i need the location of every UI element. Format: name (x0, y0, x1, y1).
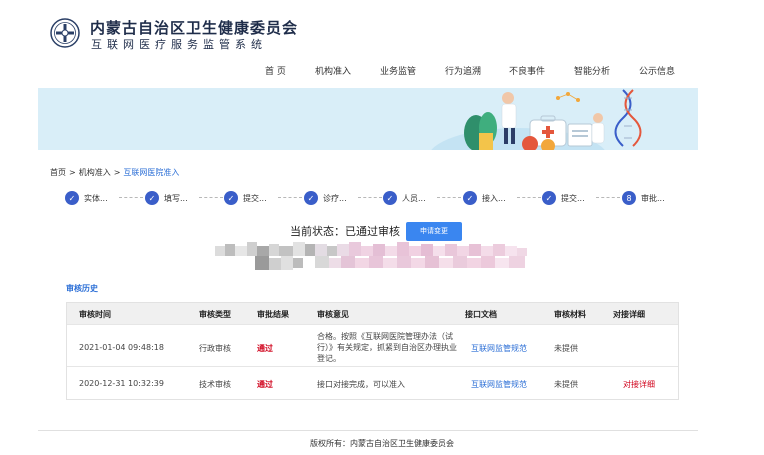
redacted-info (215, 242, 527, 270)
step-label: 实体... (84, 193, 108, 203)
nav-adverse-events[interactable]: 不良事件 (509, 64, 545, 77)
interface-doc-link[interactable]: 互联网监管规范 (471, 379, 527, 390)
interface-doc-link[interactable]: 互联网监管规范 (471, 343, 527, 354)
audit-history-title: 审核历史 (66, 284, 98, 293)
step-1[interactable]: ✓ 实体... (65, 190, 108, 206)
check-icon: ✓ (304, 191, 318, 205)
step-label: 填写... (164, 193, 188, 203)
step-connector (437, 197, 461, 198)
check-icon: ✓ (463, 191, 477, 205)
current-status: 当前状态： 已通过审核 申请变更 (290, 221, 462, 241)
breadcrumb-separator: > (69, 168, 76, 177)
column-header: 审核材料 (554, 310, 586, 319)
status-value: 已通过审核 (345, 225, 400, 238)
step-connector (119, 197, 143, 198)
system-name: 互联网医疗服务监管系统 (91, 38, 267, 51)
step-4[interactable]: ✓ 诊疗... (304, 190, 347, 206)
org-name: 内蒙古自治区卫生健康委员会 (90, 19, 299, 37)
apply-change-button[interactable]: 申请变更 (406, 221, 462, 241)
footer-copyright: 版权所有：内蒙古自治区卫生健康委员会 (310, 439, 454, 448)
step-connector (199, 197, 223, 198)
step-8[interactable]: 8 审批... (622, 190, 665, 206)
nav-institution-access[interactable]: 机构准入 (315, 64, 351, 77)
check-icon: ✓ (145, 191, 159, 205)
main-nav: 首 页 机构准入 业务监管 行为追溯 不良事件 智能分析 公示信息 (0, 64, 764, 80)
check-icon: ✓ (383, 191, 397, 205)
nav-smart-analysis[interactable]: 智能分析 (574, 64, 610, 77)
emblem-logo-icon (50, 18, 80, 48)
table-header: 审核时间 审核类型 审批结果 审核意见 接口文档 审核材料 对接详细 (67, 303, 678, 324)
audit-result: 通过 (257, 344, 273, 353)
audit-history-table: 审核时间 审核类型 审批结果 审核意见 接口文档 审核材料 对接详细 2021-… (66, 302, 679, 400)
check-icon: ✓ (65, 191, 79, 205)
nav-behavior-trace[interactable]: 行为追溯 (445, 64, 481, 77)
nav-public-info[interactable]: 公示信息 (639, 64, 675, 77)
breadcrumb: 首页 > 机构准入 > 互联网医院准入 (50, 167, 179, 178)
medical-illustration-icon (38, 88, 698, 150)
check-icon: ✓ (542, 191, 556, 205)
audit-time: 2020-12-31 10:32:39 (79, 379, 164, 388)
audit-type: 技术审核 (199, 380, 231, 389)
step-3[interactable]: ✓ 提交... (224, 190, 267, 206)
step-label: 审批... (641, 193, 665, 203)
audit-result: 通过 (257, 380, 273, 389)
step-number-icon: 8 (622, 191, 636, 205)
step-label: 人员... (402, 193, 426, 203)
column-header: 审核类型 (199, 310, 231, 319)
breadcrumb-current: 互联网医院准入 (123, 168, 180, 177)
breadcrumb-institution-access[interactable]: 机构准入 (79, 168, 111, 177)
step-connector (278, 197, 302, 198)
audit-time: 2021-01-04 09:48:18 (79, 343, 164, 352)
audit-type: 行政审核 (199, 344, 231, 353)
footer-divider (38, 430, 698, 431)
table-row: 2020-12-31 10:32:39 技术审核 通过 接口对接完成，可以准入 … (67, 366, 678, 399)
progress-steps: ✓ 实体... ✓ 填写... ✓ 提交... ✓ 诊疗... ✓ 人员... … (65, 190, 705, 208)
nav-home[interactable]: 首 页 (265, 64, 286, 77)
audit-material: 未提供 (554, 344, 578, 353)
table-row: 2021-01-04 09:48:18 行政审核 通过 合格。按照《互联网医院管… (67, 324, 678, 366)
nav-business-supervision[interactable]: 业务监管 (380, 64, 416, 77)
step-label: 提交... (243, 193, 267, 203)
step-connector (517, 197, 541, 198)
step-7[interactable]: ✓ 提交... (542, 190, 585, 206)
step-label: 接入... (482, 193, 506, 203)
status-label: 当前状态： (290, 225, 345, 238)
check-icon: ✓ (224, 191, 238, 205)
step-label: 诊疗... (323, 193, 347, 203)
breadcrumb-home[interactable]: 首页 (50, 168, 66, 177)
column-header: 接口文档 (465, 310, 497, 319)
step-6[interactable]: ✓ 接入... (463, 190, 506, 206)
step-connector (358, 197, 382, 198)
audit-opinion: 合格。按照《互联网医院管理办法（试行）》有关规定，抓紧到自治区办理执业登记。 (317, 332, 457, 363)
column-header: 审核意见 (317, 310, 349, 319)
integration-detail-link[interactable]: 对接详细 (623, 379, 655, 390)
step-5[interactable]: ✓ 人员... (383, 190, 426, 206)
banner-image (38, 88, 698, 150)
breadcrumb-separator: > (113, 168, 121, 177)
site-header: 内蒙古自治区卫生健康委员会 互联网医疗服务监管系统 首 页 机构准入 业务监管 … (0, 0, 764, 88)
audit-opinion: 接口对接完成，可以准入 (317, 380, 405, 389)
audit-material: 未提供 (554, 380, 578, 389)
step-2[interactable]: ✓ 填写... (145, 190, 188, 206)
column-header: 审核时间 (79, 310, 111, 319)
column-header: 审批结果 (257, 310, 289, 319)
column-header: 对接详细 (613, 310, 645, 319)
step-connector (596, 197, 620, 198)
step-label: 提交... (561, 193, 585, 203)
